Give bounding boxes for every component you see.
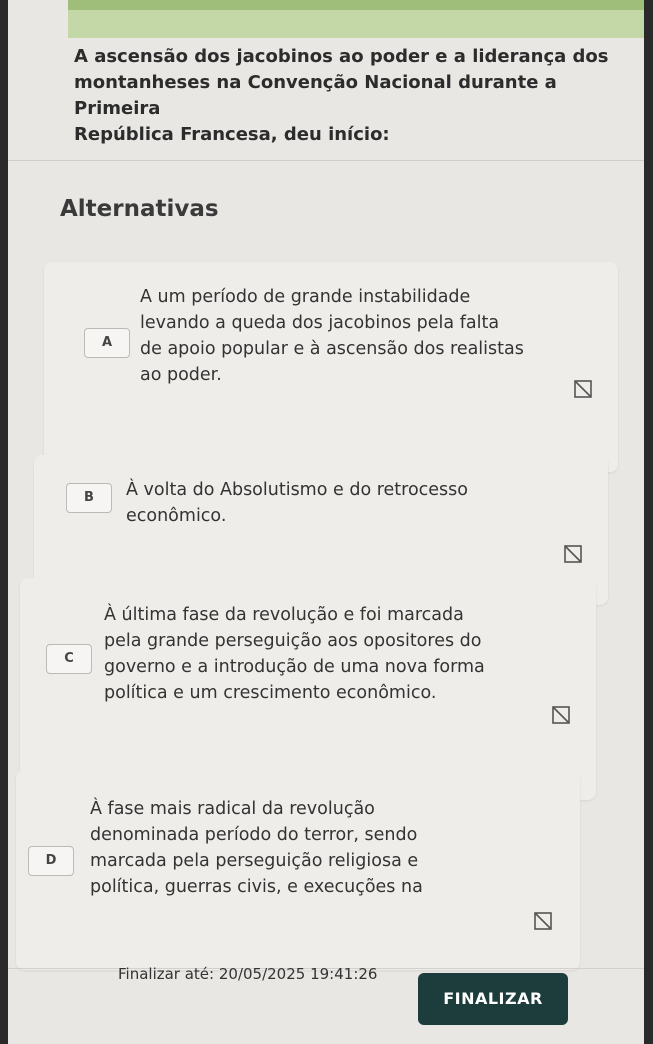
option-line: política, guerras civis, e execuções na [90,877,423,897]
option-line: À volta do Absolutismo e do retrocesso [126,480,468,500]
strikethrough-icon[interactable] [562,543,584,565]
finalize-button[interactable]: FINALIZAR [418,973,568,1025]
question-line: A ascensão dos jacobinos ao poder e a li… [74,46,609,67]
strikethrough-icon[interactable] [550,704,572,726]
option-text-a[interactable]: A um período de grande instabilidade lev… [140,284,580,388]
option-d[interactable]: D À fase mais radical da revolução denom… [16,770,580,970]
strikethrough-icon[interactable] [572,378,594,400]
option-letter-c[interactable]: C [46,644,92,674]
option-line: de apoio popular e à ascensão dos realis… [140,339,524,359]
alternatives-title: Alternativas [60,196,219,222]
option-c[interactable]: C À última fase da revolução e foi marca… [20,578,596,800]
option-a[interactable]: A A um período de grande instabilidade l… [44,262,618,472]
option-letter-a[interactable]: A [84,328,130,358]
option-line: governo e a introdução de uma nova forma [104,657,485,677]
option-line: À fase mais radical da revolução [90,799,375,819]
exam-screen: A ascensão dos jacobinos ao poder e a li… [8,0,644,1044]
option-text-d[interactable]: À fase mais radical da revolução denomin… [90,796,530,900]
deadline-text: Finalizar até: 20/05/2025 19:41:26 [118,965,378,983]
question-line: República Francesa, deu início: [74,124,390,145]
option-text-c[interactable]: À última fase da revolução e foi marcada… [104,602,544,706]
option-letter-d[interactable]: D [28,846,74,876]
option-line: econômico. [126,506,227,526]
progress-strip-fill [68,0,644,10]
option-line: política e um crescimento econômico. [104,683,437,703]
option-line: A um período de grande instabilidade [140,287,471,307]
option-text-b[interactable]: À volta do Absolutismo e do retrocesso e… [126,477,566,529]
strikethrough-icon[interactable] [532,910,554,932]
question-text: A ascensão dos jacobinos ao poder e a li… [74,44,634,148]
option-line: denominada período do terror, sendo [90,825,418,845]
option-line: ao poder. [140,365,222,385]
question-line: montanheses na Convenção Nacional durant… [74,72,557,119]
option-line: À última fase da revolução e foi marcada [104,605,464,625]
option-letter-b[interactable]: B [66,483,112,513]
option-line: levando a queda dos jacobinos pela falta [140,313,500,333]
option-line: pela grande perseguição aos opositores d… [104,631,482,651]
divider [8,160,644,161]
option-line: marcada pela perseguição religiosa e [90,851,419,871]
